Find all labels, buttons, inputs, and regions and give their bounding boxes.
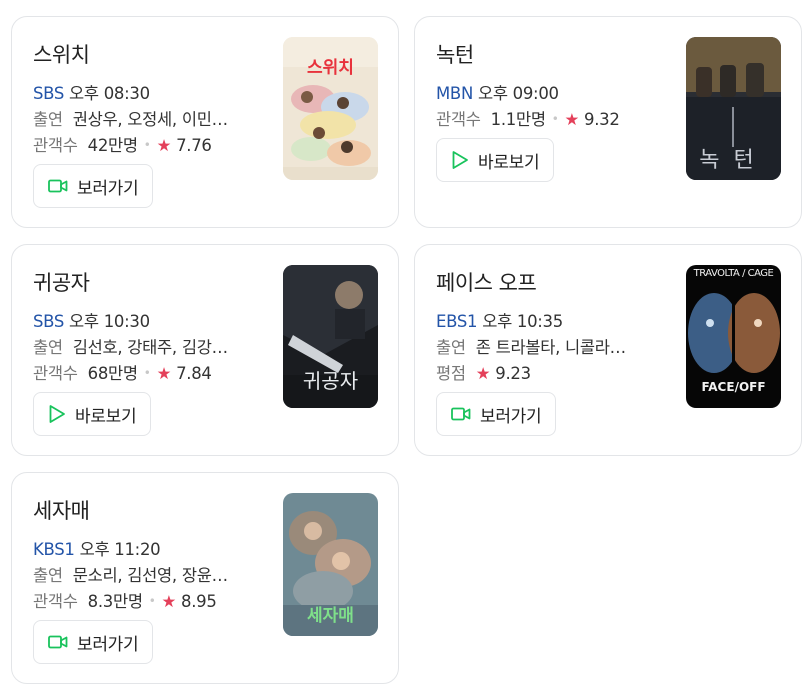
movie-poster[interactable]: 스위치 <box>283 37 378 180</box>
video-camera-icon <box>451 406 471 422</box>
movie-title[interactable]: 귀공자 <box>33 267 90 297</box>
audience-label: 관객수 <box>436 110 481 129</box>
rating-value: 7.84 <box>176 364 212 383</box>
broadcast-info: SBS 오후 10:30 <box>33 308 150 332</box>
rating-label: 평점 <box>436 364 466 383</box>
movie-title[interactable]: 녹턴 <box>436 39 474 69</box>
movie-title[interactable]: 스위치 <box>33 39 90 69</box>
broadcast-info: KBS1 오후 11:20 <box>33 536 161 560</box>
channel-name: SBS <box>33 84 65 103</box>
audience-info: 관객수 1.1만명 • ★ 9.32 <box>436 106 620 130</box>
audience-label: 관객수 <box>33 136 78 155</box>
channel-name: EBS1 <box>436 312 478 331</box>
poster-title: 스위치 <box>307 58 354 78</box>
audience-count: 42만명 <box>87 136 138 155</box>
audience-info: 관객수 8.3만명 • ★ 8.95 <box>33 588 217 612</box>
channel-name: SBS <box>33 312 65 331</box>
watch-button[interactable]: 보러가기 <box>33 164 154 208</box>
cast-info: 출연 김선호, 강태주, 김강… <box>33 334 228 358</box>
cast-label: 출연 <box>33 110 63 129</box>
cast-list: 권상우, 오정세, 이민… <box>72 110 228 129</box>
movie-card-face-off[interactable]: 페이스 오프 EBS1 오후 10:35 출연 존 트라볼타, 니콜라… 평점 ★ 9… <box>414 244 802 456</box>
broadcast-info: MBN 오후 09:00 <box>436 80 559 104</box>
audience-info: 관객수 42만명 • ★ 7.76 <box>33 132 212 156</box>
air-time: 오후 08:30 <box>69 84 150 103</box>
air-time: 오후 09:00 <box>477 84 559 103</box>
movie-poster[interactable]: 녹턴 <box>686 37 781 180</box>
cast-label: 출연 <box>436 338 466 357</box>
movie-card-switch[interactable]: 스위치 SBS 오후 08:30 출연 권상우, 오정세, 이민… 관객수 42만명… <box>11 16 399 228</box>
tv-movie-schedule-grid: 스위치 SBS 오후 08:30 출연 권상우, 오정세, 이민… 관객수 42만명… <box>0 0 812 688</box>
separator-dot: • <box>551 112 559 126</box>
movie-card-three-sisters[interactable]: 세자매 KBS1 오후 11:20 출연 문소리, 김선영, 장윤… 관객수 8.3… <box>11 472 399 684</box>
separator-dot: • <box>143 138 151 152</box>
rating-value: 9.23 <box>495 364 531 383</box>
play-now-button[interactable]: 바로보기 <box>33 392 152 436</box>
audience-count: 8.3만명 <box>87 592 143 611</box>
play-icon <box>451 150 469 170</box>
poster-title: 녹턴 <box>699 148 768 173</box>
play-icon <box>48 404 66 424</box>
video-camera-icon <box>48 634 68 650</box>
audience-info: 관객수 68만명 • ★ 7.84 <box>33 360 212 384</box>
movie-title[interactable]: 세자매 <box>33 495 90 525</box>
poster-title: FACE/OFF <box>701 380 766 394</box>
channel-name: KBS1 <box>33 540 75 559</box>
poster-top-text: TRAVOLTA / CAGE <box>693 268 774 279</box>
broadcast-info: SBS 오후 08:30 <box>33 80 150 104</box>
movie-card-the-childe[interactable]: 귀공자 SBS 오후 10:30 출연 김선호, 강태주, 김강… 관객수 68만명… <box>11 244 399 456</box>
rating-info: 평점 ★ 9.23 <box>436 360 531 384</box>
air-time: 오후 10:35 <box>482 312 563 331</box>
audience-count: 68만명 <box>87 364 138 383</box>
air-time: 오후 11:20 <box>79 540 161 559</box>
play-now-button-label: 바로보기 <box>478 152 540 173</box>
separator-dot: • <box>143 366 151 380</box>
watch-button[interactable]: 보러가기 <box>436 392 557 436</box>
audience-count: 1.1만명 <box>490 110 546 129</box>
audience-label: 관객수 <box>33 592 78 611</box>
movie-poster[interactable]: TRAVOLTA / CAGE FACE/OFF <box>686 265 781 408</box>
play-now-button[interactable]: 바로보기 <box>436 138 555 182</box>
star-icon: ★ <box>156 364 172 383</box>
watch-button-label: 보러가기 <box>77 634 139 655</box>
watch-button-label: 보러가기 <box>77 178 139 199</box>
cast-info: 출연 문소리, 김선영, 장윤… <box>33 562 228 586</box>
broadcast-info: EBS1 오후 10:35 <box>436 308 563 332</box>
cast-info: 출연 권상우, 오정세, 이민… <box>33 106 228 130</box>
cast-label: 출연 <box>33 566 63 585</box>
star-icon: ★ <box>156 136 172 155</box>
cast-list: 김선호, 강태주, 김강… <box>72 338 228 357</box>
cast-label: 출연 <box>33 338 63 357</box>
rating-value: 7.76 <box>176 136 212 155</box>
video-camera-icon <box>48 178 68 194</box>
movie-title[interactable]: 페이스 오프 <box>436 267 537 297</box>
play-now-button-label: 바로보기 <box>75 406 137 427</box>
star-icon: ★ <box>475 364 491 383</box>
star-icon: ★ <box>161 592 177 611</box>
watch-button-label: 보러가기 <box>480 406 542 427</box>
separator-dot: • <box>148 594 156 608</box>
poster-title: 세자매 <box>307 606 354 626</box>
rating-value: 9.32 <box>584 110 620 129</box>
movie-poster[interactable]: 세자매 <box>283 493 378 636</box>
movie-card-nocturne[interactable]: 녹턴 MBN 오후 09:00 관객수 1.1만명 • ★9.32 바로보기 <box>414 16 802 228</box>
audience-label: 관객수 <box>33 364 78 383</box>
cast-list: 존 트라볼타, 니콜라… <box>475 338 626 357</box>
rating-value: 8.95 <box>181 592 217 611</box>
watch-button[interactable]: 보러가기 <box>33 620 154 664</box>
air-time: 오후 10:30 <box>69 312 150 331</box>
movie-poster[interactable]: 귀공자 <box>283 265 378 408</box>
star-icon: ★ <box>564 110 580 129</box>
cast-list: 문소리, 김선영, 장윤… <box>72 566 228 585</box>
cast-info: 출연 존 트라볼타, 니콜라… <box>436 334 626 358</box>
poster-title: 귀공자 <box>302 369 359 393</box>
channel-name: MBN <box>436 84 473 103</box>
